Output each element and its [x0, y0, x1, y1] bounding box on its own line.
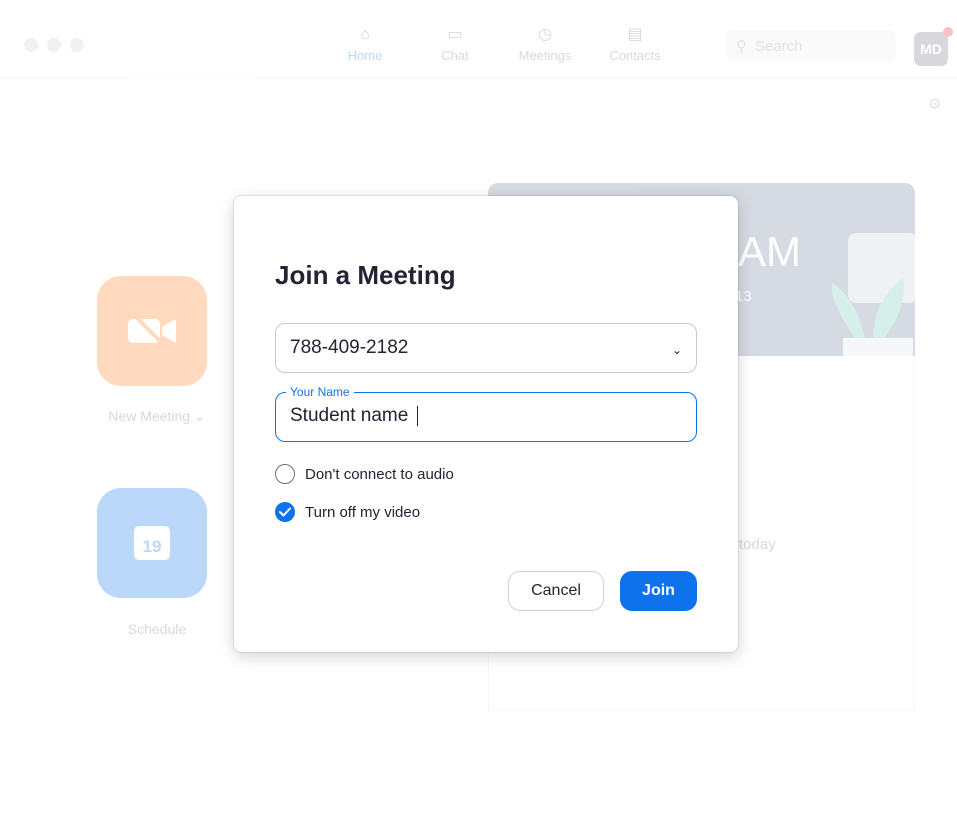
schedule-label: Schedule: [127, 621, 187, 637]
cancel-button[interactable]: Cancel: [508, 571, 604, 611]
your-name-label: Your Name: [286, 384, 354, 400]
contacts-icon: ▤: [627, 26, 643, 43]
video-option-label: Turn off my video: [305, 503, 421, 521]
minimize-window-button[interactable]: [47, 38, 61, 52]
zoom-window-button[interactable]: [70, 38, 84, 52]
tab-contacts-label: Contacts: [609, 48, 661, 63]
avatar-initials: MD: [920, 41, 942, 57]
your-name-field[interactable]: Your Name: [275, 384, 697, 442]
search-box[interactable]: ⚲ Search: [726, 30, 896, 62]
tab-meetings-label: Meetings: [518, 48, 572, 63]
calendar-icon: 19: [134, 526, 170, 560]
dont-connect-audio-option[interactable]: Don't connect to audio: [275, 464, 454, 484]
text-caret: [417, 406, 418, 426]
video-off-icon: [128, 311, 176, 351]
chevron-down-icon[interactable]: ⌄: [672, 343, 682, 357]
banner-time: AM: [738, 228, 801, 275]
notification-dot: [943, 27, 953, 37]
join-meeting-dialog: Join a Meeting 788-409-2182 ⌄ Your Name …: [234, 196, 738, 652]
new-meeting-label: New Meeting ⌄: [97, 408, 217, 425]
tab-chat-label: Chat: [441, 48, 469, 63]
main-nav: ⌂ Home ▭ Chat ◷ Meetings ▤ Contacts: [320, 22, 680, 63]
new-meeting-text: New Meeting: [108, 408, 191, 424]
gear-icon[interactable]: ⚙: [928, 95, 941, 113]
video-checkbox[interactable]: [275, 502, 295, 522]
checkmark-icon: [279, 507, 291, 517]
dialog-title: Join a Meeting: [275, 260, 456, 290]
window-controls: [24, 38, 84, 52]
audio-checkbox[interactable]: [275, 464, 295, 484]
turn-off-video-option[interactable]: Turn off my video: [275, 502, 420, 522]
schedule-button[interactable]: 19: [97, 488, 207, 598]
join-button[interactable]: Join: [620, 571, 697, 611]
top-bar: ⌂ Home ▭ Chat ◷ Meetings ▤ Contacts ⚲ Se…: [0, 12, 957, 78]
your-name-input[interactable]: [290, 401, 680, 431]
close-window-button[interactable]: [24, 38, 38, 52]
home-icon: ⌂: [360, 26, 370, 43]
meeting-id-combobox[interactable]: 788-409-2182 ⌄: [275, 323, 697, 373]
chevron-down-icon[interactable]: ⌄: [194, 408, 206, 424]
search-placeholder: Search: [755, 37, 803, 55]
calendar-day: 19: [142, 537, 162, 556]
meeting-id-value: 788-409-2182: [290, 337, 409, 358]
tab-home[interactable]: ⌂ Home: [320, 22, 410, 63]
tab-meetings[interactable]: ◷ Meetings: [500, 22, 590, 63]
search-icon: ⚲: [736, 38, 747, 55]
tab-contacts[interactable]: ▤ Contacts: [590, 22, 680, 63]
tab-chat[interactable]: ▭ Chat: [410, 22, 500, 63]
clock-icon: ◷: [538, 26, 552, 43]
chat-icon: ▭: [447, 26, 463, 43]
avatar[interactable]: MD: [914, 27, 953, 66]
plant-illustration: [831, 233, 915, 356]
tab-home-label: Home: [347, 48, 383, 63]
audio-option-label: Don't connect to audio: [305, 465, 454, 483]
new-meeting-button[interactable]: [97, 276, 207, 386]
